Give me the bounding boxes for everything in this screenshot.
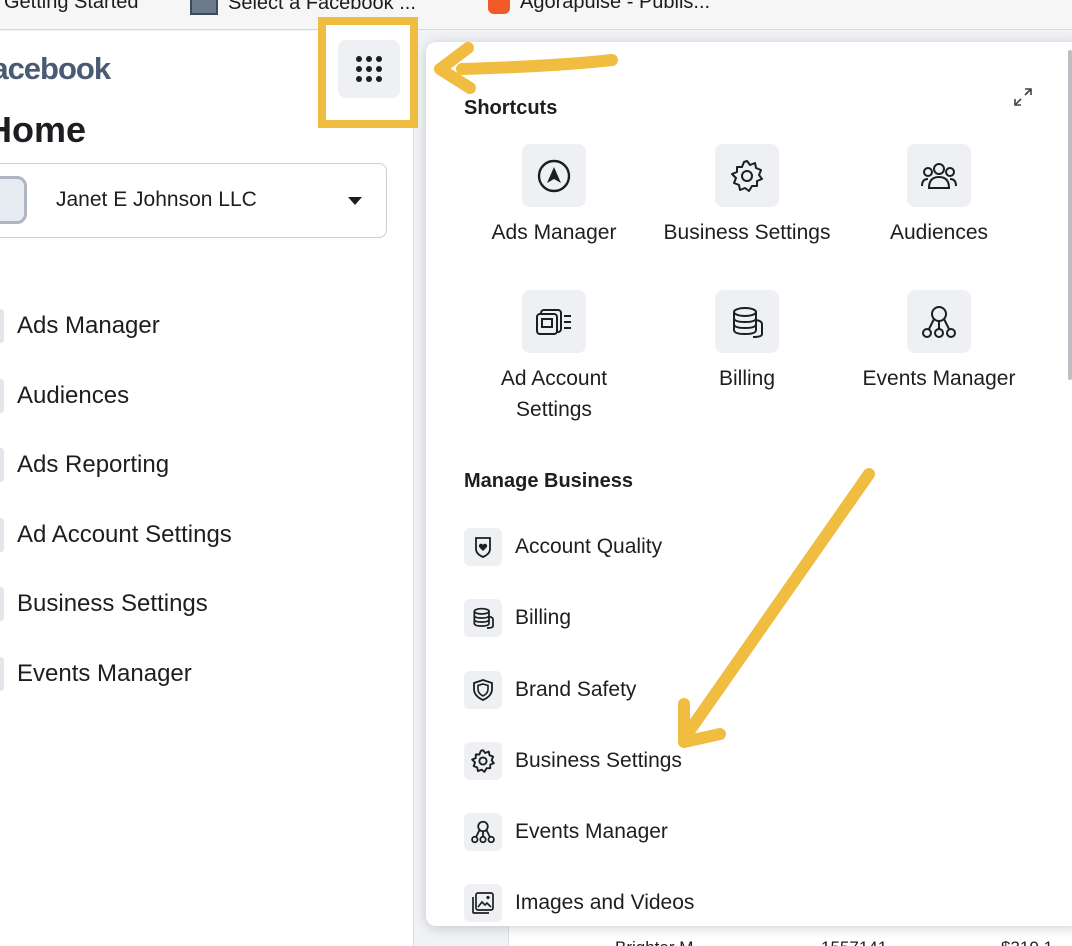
gear-icon [715, 144, 779, 207]
nav-item-icon [0, 309, 4, 343]
image-icon [464, 884, 502, 922]
ad-account-icon [522, 290, 586, 353]
bookmarks-bar: Getting Started Select a Facebook ... Ag… [0, 0, 1072, 30]
agorapulse-icon [488, 0, 510, 14]
caret-down-icon [348, 197, 362, 205]
sidebar-item-ads-manager[interactable]: Ads Manager [0, 309, 160, 343]
grid-dot [376, 56, 382, 62]
sidebar-item-ad-account-settings[interactable]: Ad Account Settings [0, 518, 232, 552]
bookmark-select-facebook[interactable]: Select a Facebook ... [190, 0, 416, 15]
grid-dot [356, 66, 362, 72]
list-item-label: Events Manager [515, 820, 668, 843]
nav-item-icon [0, 657, 4, 691]
highlight-box [318, 17, 418, 128]
list-item-label: Account Quality [515, 535, 663, 558]
sidebar-item-label: Business Settings [17, 590, 208, 617]
nav-item-icon [0, 587, 4, 621]
account-selector[interactable]: Janet E Johnson LLC [0, 163, 387, 238]
audiences-icon [907, 144, 971, 207]
list-item-label: Images and Videos [515, 891, 695, 914]
list-item-billing[interactable]: Billing [464, 599, 571, 637]
shortcut-label: Ads Manager [491, 221, 617, 244]
table-row: Brighter M... 1557141... $310.1 [508, 926, 1072, 946]
grid-dot [366, 76, 372, 82]
shield-icon [464, 671, 502, 709]
list-item-label: Business Settings [515, 749, 682, 772]
events-icon [464, 813, 502, 851]
shortcut-label: Audiences [889, 221, 989, 244]
list-item-images-and-videos[interactable]: Images and Videos [464, 884, 694, 922]
panel-scrollbar[interactable] [1068, 50, 1072, 380]
all-tools-panel: Shortcuts Ads Manager Business Settings … [426, 42, 1072, 926]
bookmark-label: Select a Facebook ... [228, 0, 416, 14]
shortcut-label: Business Settings [663, 221, 831, 244]
grid-dot [356, 56, 362, 62]
bookmark-getting-started[interactable]: Getting Started [4, 0, 139, 14]
sidebar-item-audiences[interactable]: Audiences [0, 379, 129, 413]
app-grid-button[interactable] [338, 40, 400, 98]
nav-item-icon [0, 448, 4, 482]
bookmark-label: Agorapulse - Publis... [520, 0, 711, 13]
grid-dot [366, 66, 372, 72]
ads-manager-icon [522, 144, 586, 207]
nav-item-icon [0, 518, 4, 552]
events-icon [907, 290, 971, 353]
manage-business-heading: Manage Business [464, 470, 633, 492]
shortcut-label: Events Manager [862, 367, 1016, 390]
sidebar-item-label: Ads Reporting [17, 451, 170, 478]
list-item-label: Brand Safety [515, 678, 637, 701]
sidebar-item-label: Ad Account Settings [17, 521, 232, 548]
shortcut-label: Billing [718, 367, 776, 390]
shortcut-label: Ad Account Settings [500, 367, 608, 421]
list-item-business-settings[interactable]: Business Settings [464, 742, 682, 780]
facebook-logo[interactable]: facebook [0, 51, 111, 87]
nav-item-icon [0, 379, 4, 413]
shortcut-ad-account-settings[interactable]: Ad Account Settings [454, 290, 654, 425]
grid-dot [366, 56, 372, 62]
sidebar-item-label: Ads Manager [17, 312, 160, 339]
campaign-name: Brighter M... [615, 938, 708, 946]
campaign-amount: $310.1 [1001, 938, 1053, 946]
page-title: Home [0, 109, 87, 150]
expand-icon[interactable] [1012, 86, 1034, 108]
bookmark-agorapulse[interactable]: Agorapulse - Publis... [488, 0, 710, 14]
shortcut-ads-manager[interactable]: Ads Manager [454, 144, 654, 248]
sidebar-item-label: Events Manager [17, 660, 192, 687]
shortcut-events-manager[interactable]: Events Manager [839, 290, 1039, 394]
sidebar-item-ads-reporting[interactable]: Ads Reporting [0, 448, 169, 482]
grid-dot [376, 76, 382, 82]
list-item-label: Billing [515, 606, 572, 629]
account-avatar [0, 176, 27, 224]
grid-dot [356, 76, 362, 82]
shortcut-billing[interactable]: Billing [647, 290, 847, 394]
list-item-account-quality[interactable]: Account Quality [464, 528, 662, 566]
list-item-events-manager[interactable]: Events Manager [464, 813, 668, 851]
grid-dot [376, 66, 382, 72]
billing-icon [464, 599, 502, 637]
shortcut-audiences[interactable]: Audiences [839, 144, 1039, 248]
billing-icon [715, 290, 779, 353]
list-item-brand-safety[interactable]: Brand Safety [464, 671, 636, 709]
shortcuts-heading: Shortcuts [464, 97, 558, 119]
bookmark-label: Getting Started [4, 0, 139, 13]
sidebar: facebook Home Janet E Johnson LLC Ads Ma… [0, 17, 418, 946]
account-quality-icon [464, 528, 502, 566]
account-name: Janet E Johnson LLC [56, 188, 257, 211]
sidebar-item-label: Audiences [17, 382, 130, 409]
sidebar-item-events-manager[interactable]: Events Manager [0, 657, 192, 691]
sidebar-item-business-settings[interactable]: Business Settings [0, 587, 208, 621]
shortcut-business-settings[interactable]: Business Settings [647, 144, 847, 248]
facebook-page-icon [190, 0, 218, 15]
campaign-id: 1557141... [821, 938, 901, 946]
gear-icon [464, 742, 502, 780]
